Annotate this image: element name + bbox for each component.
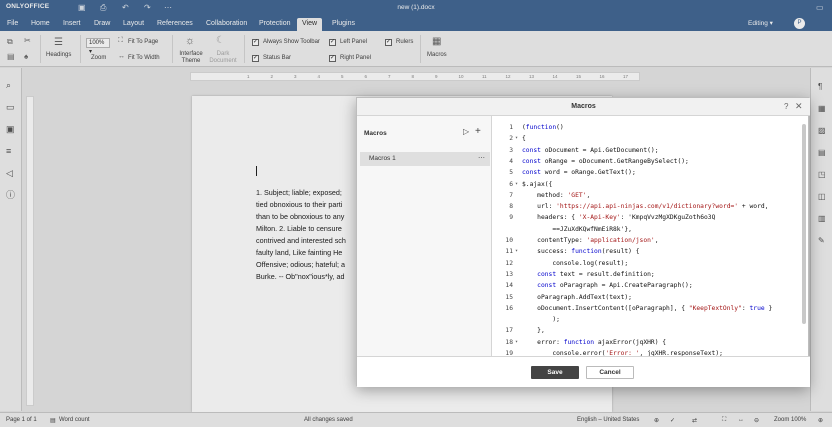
code-text: oParagraph.AddText(text);: [522, 293, 632, 301]
code-text: ==JZuXdKQwfNmEiR8k'},: [522, 225, 632, 233]
code-text: const oRange = oDocument.GetRangeBySelec…: [522, 157, 689, 165]
macro-list-title: Macros: [364, 130, 387, 137]
code-text: headers: { 'X-Api-Key': 'KmpqVvzMgXDKguZ…: [522, 214, 716, 222]
line-number: 2: [509, 135, 513, 143]
line-number: 15: [505, 293, 513, 301]
code-text: oDocument.InsertContent([oParagraph], { …: [522, 304, 773, 312]
macro-list-item[interactable]: Macros 1 ⋯: [360, 152, 490, 166]
line-number: 1: [509, 124, 513, 131]
line-number: 8: [509, 203, 513, 211]
line-number: 19: [505, 350, 513, 356]
code-text: console.log(result);: [522, 259, 629, 267]
dialog-footer: Save Cancel: [357, 356, 810, 387]
line-number: 6: [509, 180, 513, 188]
fold-arrow-icon[interactable]: ▾: [515, 179, 518, 190]
dialog-title[interactable]: Macros: [357, 98, 810, 116]
line-number: 14: [505, 282, 513, 290]
help-icon[interactable]: ?: [784, 102, 788, 111]
cancel-button[interactable]: Cancel: [586, 366, 634, 379]
code-text: success: function(result) {: [522, 248, 640, 256]
code-text: contentType: 'application/json',: [522, 237, 659, 244]
code-text: const oDocument = Api.GetDocument();: [522, 146, 659, 154]
macro-list-panel: Macros ▷ + Macros 1 ⋯: [357, 116, 492, 356]
line-number: 3: [509, 146, 513, 154]
save-button[interactable]: Save: [531, 366, 579, 379]
add-macro-icon[interactable]: +: [475, 126, 481, 137]
fold-arrow-icon[interactable]: ▾: [515, 246, 518, 257]
macros-dialog: Macros ? ✕ Macros ▷ + Macros 1 ⋯ 1 (funct…: [356, 97, 810, 387]
run-macro-icon[interactable]: ▷: [463, 127, 469, 136]
fold-arrow-icon[interactable]: ▾: [515, 337, 518, 348]
line-number: 9: [509, 214, 513, 222]
editor-scrollbar[interactable]: [802, 124, 806, 324]
code-text: url: 'https://api.api-ninjas.com/v1/dict…: [522, 203, 769, 211]
line-number: 18: [505, 338, 513, 346]
line-number: 7: [509, 191, 513, 199]
code-text: const text = result.definition;: [537, 270, 655, 278]
code-text: $.ajax({: [522, 180, 553, 188]
code-editor[interactable]: 1 (function() 2 ▾{3 const oDocument = Api.Ge…: [493, 116, 809, 356]
code-text: error: function ajaxError(jqXHR) {: [522, 338, 667, 346]
code-text: },: [522, 327, 545, 335]
code-text: {: [522, 135, 526, 143]
code-text: method: 'GET',: [522, 191, 591, 199]
line-number: 11: [505, 248, 513, 256]
code-text: const oParagraph = Api.CreateParagraph()…: [537, 282, 693, 290]
line-number: 10: [505, 237, 513, 244]
line-number: 4: [509, 157, 513, 165]
close-icon[interactable]: ✕: [795, 101, 803, 112]
macro-item-label: Macros 1: [369, 155, 396, 162]
line-number: 12: [505, 259, 513, 267]
code-text: const word = oRange.GetText();: [522, 169, 636, 177]
line-number: 16: [505, 304, 513, 312]
line-number: 5: [509, 169, 513, 177]
fold-arrow-icon[interactable]: ▾: [515, 133, 518, 144]
code-text: console.error('Error: ', jqXHR.responseT…: [522, 350, 723, 356]
line-number: 17: [505, 327, 513, 335]
line-number: 13: [505, 270, 513, 278]
code-text: (function(): [522, 124, 564, 131]
code-text: );: [522, 316, 560, 324]
more-options-icon[interactable]: ⋯: [478, 152, 485, 166]
